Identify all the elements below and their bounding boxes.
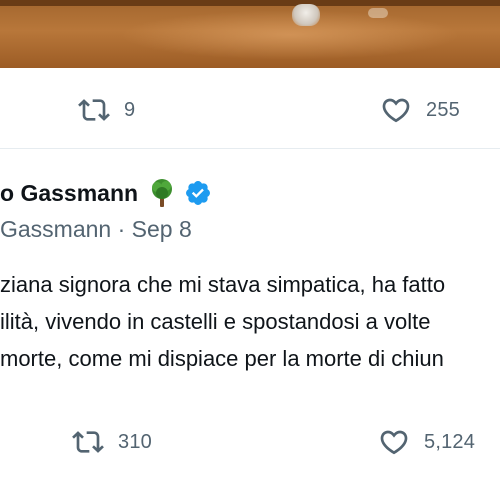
tweet-author-row: o Gassmann (0, 176, 212, 210)
tweet-text-line: morte, come mi dispiace per la morte di … (0, 346, 444, 371)
retweet-icon (78, 99, 110, 121)
retweet-icon (72, 431, 104, 453)
tweet-actions-bar: 9 255 (0, 90, 500, 130)
tweet-text-line: ilità, vivendo in castelli e spostandosi… (0, 309, 431, 334)
like-button[interactable]: 5,124 (378, 422, 475, 462)
media-light-area (120, 10, 460, 60)
retweet-count: 9 (124, 98, 136, 121)
like-button[interactable]: 255 (380, 90, 460, 130)
deciduous-tree-emoji (152, 179, 173, 207)
retweet-count: 310 (118, 430, 152, 453)
tweet-handle-row: Gassmann · Sep 8 (0, 212, 192, 246)
media-figure (292, 4, 320, 26)
tweet-media-image[interactable] (0, 0, 500, 68)
tweet-text-line: ziana signora che mi stava simpatica, ha… (0, 272, 446, 297)
author-display-name[interactable]: o Gassmann (0, 180, 138, 207)
media-light-spot (368, 8, 388, 18)
heart-icon (380, 430, 408, 455)
retweet-button[interactable]: 310 (72, 422, 152, 462)
like-count: 255 (426, 98, 460, 121)
tweet-divider (0, 148, 500, 149)
heart-icon (382, 98, 410, 123)
tweet-text: ziana signora che mi stava simpatica, ha… (0, 266, 500, 377)
like-count: 5,124 (424, 430, 476, 453)
verified-badge-icon (186, 181, 211, 205)
author-handle-and-date[interactable]: Gassmann · Sep 8 (0, 216, 192, 243)
retweet-button[interactable]: 9 (78, 90, 135, 130)
tweet-actions-bar: 310 5,124 (0, 422, 500, 462)
media-dark-band (0, 0, 500, 6)
